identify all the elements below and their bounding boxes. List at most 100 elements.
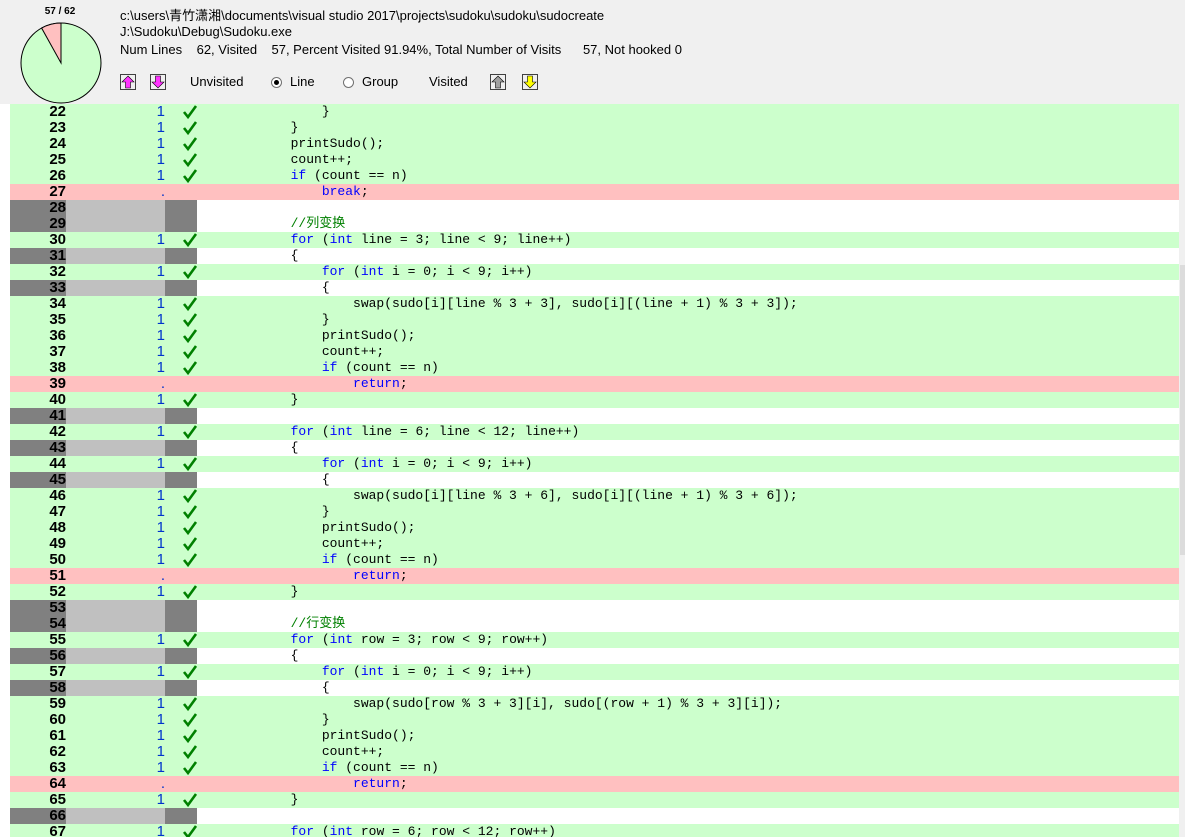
- code-row-33[interactable]: 33 {: [10, 280, 1179, 296]
- checkmark-icon: [182, 633, 198, 648]
- line-number: 56: [49, 647, 66, 664]
- code-coverage-view[interactable]: 22 1 } 23 1 } 24 1 printSudo(); 25 1 count++; 26…: [0, 104, 1185, 837]
- code-row-50[interactable]: 50 1 if (count == n): [10, 552, 1179, 568]
- code-row-34[interactable]: 34 1 swap(sudo[i][line % 3 + 3], sudo[i][…: [10, 296, 1179, 312]
- line-number: 23: [49, 119, 66, 136]
- code-row-55[interactable]: 55 1 for (int row = 3; row < 9; row++): [10, 632, 1179, 648]
- source-line: {: [197, 648, 299, 663]
- visit-count: 1: [156, 551, 165, 568]
- source-line: if (count == n): [321, 552, 439, 567]
- code-row-61[interactable]: 61 1 printSudo();: [10, 728, 1179, 744]
- code-row-48[interactable]: 48 1 printSudo();: [10, 520, 1179, 536]
- code-row-60[interactable]: 60 1 }: [10, 712, 1179, 728]
- code-row-51[interactable]: 51. return;: [10, 568, 1179, 584]
- code-row-59[interactable]: 59 1 swap(sudo[row % 3 + 3][i], sudo[(row…: [10, 696, 1179, 712]
- code-row-35[interactable]: 35 1 }: [10, 312, 1179, 328]
- source-line: }: [197, 392, 299, 407]
- no-code-marker: [165, 248, 197, 264]
- code-row-26[interactable]: 26 1 if (count == n): [10, 168, 1179, 184]
- arrow-up-gray-icon[interactable]: [490, 74, 506, 90]
- code-row-66[interactable]: 66: [10, 808, 1179, 824]
- line-number: 38: [49, 359, 66, 376]
- code-row-47[interactable]: 47 1 }: [10, 504, 1179, 520]
- code-row-49[interactable]: 49 1 count++;: [10, 536, 1179, 552]
- code-row-24[interactable]: 24 1 printSudo();: [10, 136, 1179, 152]
- line-number: 67: [49, 823, 66, 837]
- code-row-63[interactable]: 63 1 if (count == n): [10, 760, 1179, 776]
- source-line: }: [197, 792, 299, 807]
- visit-count: .: [160, 375, 165, 392]
- code-row-40[interactable]: 40 1 }: [10, 392, 1179, 408]
- code-row-28[interactable]: 28: [10, 200, 1179, 216]
- line-mode-label[interactable]: Line: [290, 74, 315, 89]
- no-code-marker: [165, 216, 197, 232]
- source-line: for (int line = 6; line < 12; line++): [290, 424, 580, 439]
- source-line: {: [197, 472, 330, 487]
- code-row-42[interactable]: 42 1 for (int line = 6; line < 12; line++…: [10, 424, 1179, 440]
- code-row-56[interactable]: 56 {: [10, 648, 1179, 664]
- source-line: return;: [353, 776, 408, 791]
- no-code-marker: [165, 200, 197, 216]
- code-row-52[interactable]: 52 1 }: [10, 584, 1179, 600]
- code-row-37[interactable]: 37 1 count++;: [10, 344, 1179, 360]
- source-line: for (int row = 6; row < 12; row++): [290, 824, 556, 837]
- visit-count: 1: [156, 727, 165, 744]
- visited-ratio-label: 57 / 62: [44, 6, 76, 17]
- code-row-25[interactable]: 25 1 count++;: [10, 152, 1179, 168]
- code-row-65[interactable]: 65 1 }: [10, 792, 1179, 808]
- code-row-31[interactable]: 31 {: [10, 248, 1179, 264]
- scrollbar-thumb[interactable]: [1180, 265, 1185, 555]
- code-row-23[interactable]: 23 1 }: [10, 120, 1179, 136]
- source-line: for (int i = 0; i < 9; i++): [321, 456, 533, 471]
- line-number: 26: [49, 167, 66, 184]
- line-mode-radio[interactable]: [271, 77, 282, 88]
- code-row-46[interactable]: 46 1 swap(sudo[i][line % 3 + 6], sudo[i][…: [10, 488, 1179, 504]
- code-row-54[interactable]: 54 //行变换: [10, 616, 1179, 632]
- checkmark-icon: [182, 313, 198, 328]
- code-row-57[interactable]: 57 1 for (int i = 0; i < 9; i++): [10, 664, 1179, 680]
- code-row-30[interactable]: 30 1 for (int line = 3; line < 9; line++): [10, 232, 1179, 248]
- visit-count: 1: [156, 359, 165, 376]
- code-row-58[interactable]: 58 {: [10, 680, 1179, 696]
- checkmark-icon: [182, 457, 198, 472]
- source-line: //行变换: [290, 616, 346, 631]
- code-row-22[interactable]: 22 1 }: [10, 104, 1179, 120]
- arrow-up-magenta-icon[interactable]: [120, 74, 136, 90]
- code-row-27[interactable]: 27. break;: [10, 184, 1179, 200]
- code-row-44[interactable]: 44 1 for (int i = 0; i < 9; i++): [10, 456, 1179, 472]
- code-row-38[interactable]: 38 1 if (count == n): [10, 360, 1179, 376]
- code-row-43[interactable]: 43 {: [10, 440, 1179, 456]
- checkmark-icon: [182, 521, 198, 536]
- line-number: 66: [49, 807, 66, 824]
- visit-count: 1: [156, 343, 165, 360]
- source-line: for (int line = 3; line < 9; line++): [290, 232, 572, 247]
- source-line: return;: [353, 568, 408, 583]
- code-row-41[interactable]: 41: [10, 408, 1179, 424]
- arrow-down-magenta-icon[interactable]: [150, 74, 166, 90]
- checkmark-icon: [182, 713, 198, 728]
- code-row-62[interactable]: 62 1 count++;: [10, 744, 1179, 760]
- source-line: printSudo();: [197, 520, 416, 535]
- code-row-45[interactable]: 45 {: [10, 472, 1179, 488]
- line-number: 50: [49, 551, 66, 568]
- arrow-down-yellow-icon[interactable]: [522, 74, 538, 90]
- code-row-64[interactable]: 64. return;: [10, 776, 1179, 792]
- visit-count: 1: [156, 119, 165, 136]
- source-line: count++;: [197, 744, 385, 759]
- code-row-53[interactable]: 53: [10, 600, 1179, 616]
- checkmark-icon: [182, 153, 198, 168]
- code-row-32[interactable]: 32 1 for (int i = 0; i < 9; i++): [10, 264, 1179, 280]
- line-number: 42: [49, 423, 66, 440]
- code-row-29[interactable]: 29 //列变换: [10, 216, 1179, 232]
- code-row-36[interactable]: 36 1 printSudo();: [10, 328, 1179, 344]
- source-line: printSudo();: [197, 136, 385, 151]
- checkmark-icon: [182, 697, 198, 712]
- visit-count: .: [160, 183, 165, 200]
- line-number: 58: [49, 679, 66, 696]
- checkmark-icon: [182, 553, 198, 568]
- checkmark-icon: [182, 393, 198, 408]
- code-row-39[interactable]: 39. return;: [10, 376, 1179, 392]
- group-mode-radio[interactable]: [343, 77, 354, 88]
- group-mode-label[interactable]: Group: [362, 74, 398, 89]
- code-row-67[interactable]: 67 1 for (int row = 6; row < 12; row++): [10, 824, 1179, 837]
